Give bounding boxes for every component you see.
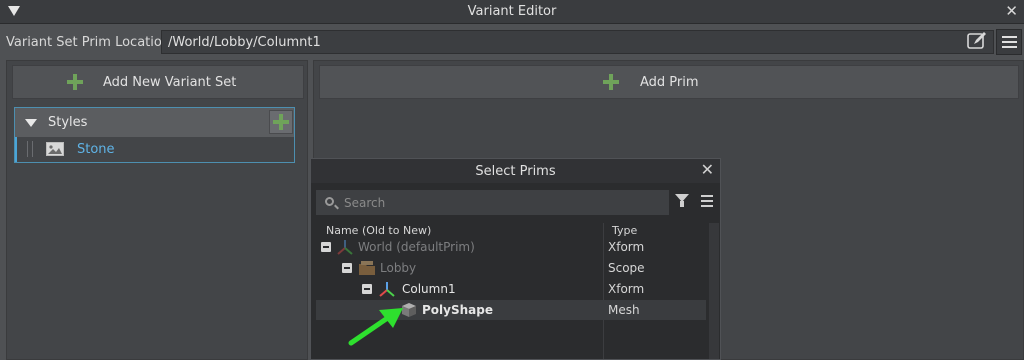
dialog-close-icon[interactable]: ✕ [701, 160, 714, 179]
tree-header: Name (Old to New) Type [316, 223, 709, 237]
location-row: Variant Set Prim Location /World/Lobby/C… [0, 28, 1024, 56]
folder-icon [358, 260, 376, 276]
plus-icon [67, 74, 83, 90]
image-icon [46, 142, 64, 156]
close-icon[interactable]: ✕ [1005, 2, 1018, 20]
collapse-toggle-icon[interactable] [342, 263, 352, 273]
location-label: Variant Set Prim Location [6, 35, 171, 50]
prim-name: Lobby [380, 261, 417, 275]
dialog-title: Select Prims [475, 164, 556, 179]
tree-row-lobby[interactable]: Lobby Scope [316, 258, 706, 278]
hamburger-menu-icon[interactable] [996, 29, 1022, 55]
variant-set-styles: Styles Stone [14, 107, 295, 163]
window-title: Variant Editor [467, 4, 557, 19]
column-header-type[interactable]: Type [612, 224, 637, 237]
prim-name: PolyShape [422, 303, 493, 317]
search-input[interactable] [344, 194, 644, 211]
dialog-menu-icon[interactable] [701, 195, 713, 207]
variant-set-header[interactable]: Styles [15, 108, 294, 137]
dialog-titlebar: Select Prims ✕ [311, 159, 720, 183]
add-new-variant-set-label: Add New Variant Set [103, 75, 237, 90]
add-new-variant-set-button[interactable]: Add New Variant Set [12, 65, 304, 99]
xform-icon [336, 239, 354, 255]
location-value: /World/Lobby/Columnt1 [168, 35, 321, 50]
plus-icon [603, 74, 619, 90]
location-field[interactable]: /World/Lobby/Columnt1 [161, 30, 994, 54]
green-arrow-icon [348, 308, 403, 346]
window-titlebar: Variant Editor ✕ [0, 0, 1024, 24]
column-header-name[interactable]: Name (Old to New) [326, 224, 431, 237]
variant-sets-panel: Add New Variant Set Styles Stone [6, 60, 308, 360]
prim-name: Column1 [402, 282, 456, 296]
variant-set-name: Styles [48, 115, 88, 130]
filter-icon[interactable] [675, 194, 691, 208]
edit-icon[interactable] [966, 31, 988, 51]
tree-row-world[interactable]: World (defaultPrim) Xform [316, 237, 706, 257]
variant-item-stone[interactable]: Stone [15, 137, 294, 162]
add-prim-button[interactable]: Add Prim [319, 65, 1019, 99]
prim-type: Xform [608, 240, 645, 254]
xform-icon [378, 281, 396, 297]
prim-type: Scope [608, 261, 645, 275]
tree-scrollbar[interactable] [709, 223, 719, 359]
add-variant-button[interactable] [269, 110, 293, 134]
plus-icon [273, 114, 289, 130]
prim-type: Mesh [608, 303, 640, 317]
collapse-toggle-icon[interactable] [321, 242, 331, 252]
prim-name: World (defaultPrim) [358, 240, 475, 254]
prim-type: Xform [608, 282, 645, 296]
search-icon [325, 197, 334, 206]
add-prim-label: Add Prim [640, 75, 699, 90]
expand-triangle-icon[interactable] [25, 119, 37, 127]
variant-name: Stone [77, 142, 115, 157]
drag-handle-icon[interactable] [27, 141, 33, 157]
tree-row-column1[interactable]: Column1 Xform [316, 279, 706, 299]
search-box [316, 190, 669, 215]
collapse-toggle-icon[interactable] [362, 284, 372, 294]
